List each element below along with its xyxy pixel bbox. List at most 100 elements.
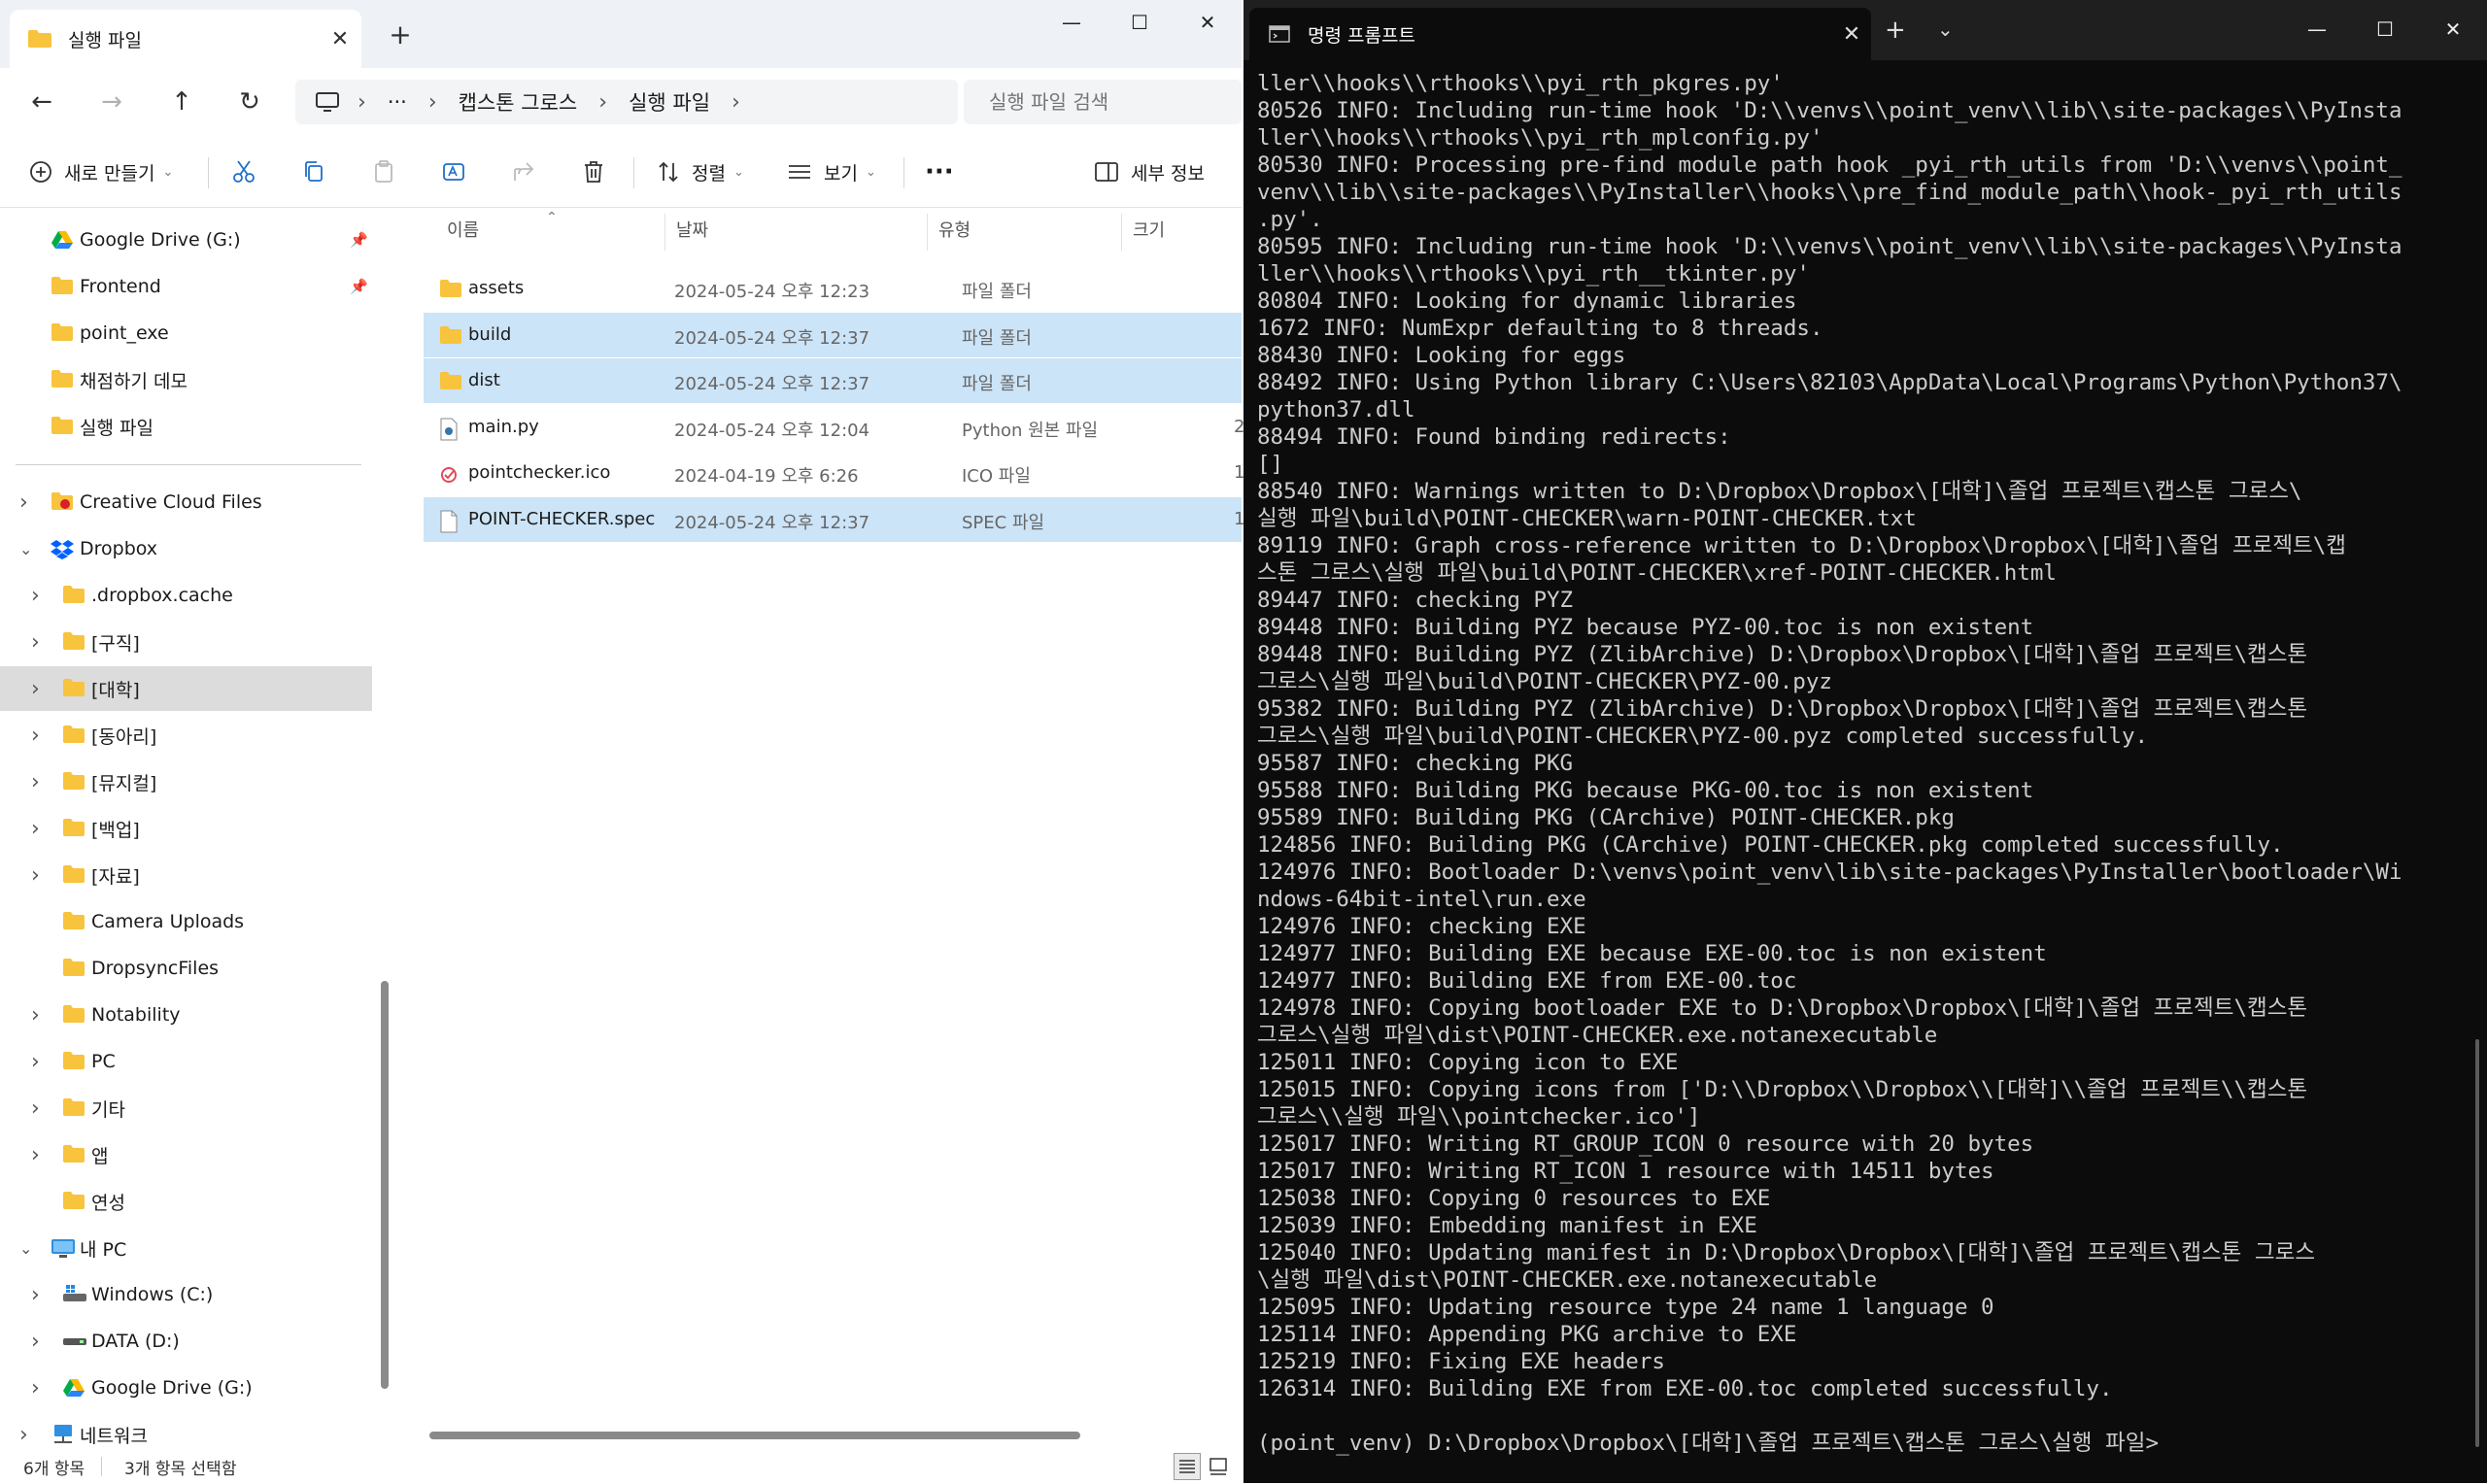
file-row[interactable]: dist 2024-05-24 오후 12:37 파일 폴더	[424, 358, 1242, 403]
file-row[interactable]: build 2024-05-24 오후 12:37 파일 폴더	[424, 312, 1242, 357]
breadcrumb-current[interactable]: 실행 파일	[629, 87, 710, 117]
breadcrumb-overflow[interactable]: ···	[388, 90, 407, 114]
sidebar-item-7[interactable]: ⌄ Dropbox	[0, 526, 373, 571]
sidebar-scrollbar[interactable]	[381, 981, 389, 1389]
file-row[interactable]: assets 2024-05-24 오후 12:23 파일 폴더	[424, 266, 1242, 311]
sidebar-item-24[interactable]: › DATA (D:)	[0, 1319, 373, 1364]
refresh-button[interactable]: ↻	[229, 82, 270, 122]
minimize-button[interactable]: —	[1038, 0, 1106, 45]
search-input[interactable]	[964, 80, 1242, 124]
minimize-button[interactable]: —	[2283, 8, 2351, 51]
new-tab-button[interactable]: +	[1885, 16, 1906, 45]
chevron-right-icon[interactable]: ›	[31, 1096, 40, 1121]
column-divider[interactable]	[664, 214, 665, 251]
maximize-button[interactable]: ☐	[2351, 8, 2419, 51]
chevron-right-icon[interactable]: ›	[31, 1003, 40, 1028]
sidebar-item-12[interactable]: › [뮤지컬]	[0, 759, 373, 804]
sidebar-item-13[interactable]: › [백업]	[0, 806, 373, 851]
sort-button[interactable]: 정렬 ⌄	[657, 152, 744, 192]
file-row[interactable]: pointchecker.ico 2024-04-19 오후 6:26 ICO 파일…	[424, 451, 1279, 495]
status-divider	[101, 1457, 102, 1476]
sidebar-item-25[interactable]: › Google Drive (G:)	[0, 1366, 373, 1410]
tiles-view-button[interactable]	[1205, 1453, 1232, 1480]
sidebar-item-10[interactable]: › [대학]	[0, 666, 372, 711]
column-divider[interactable]	[1121, 214, 1122, 251]
breadcrumb-capstone[interactable]: 캡스톤 그로스	[459, 87, 578, 117]
sidebar-item-14[interactable]: › [자료]	[0, 853, 373, 897]
sidebar-item-8[interactable]: › .dropbox.cache	[0, 573, 373, 618]
sidebar-item-1[interactable]: Google Drive (G:) 📌	[0, 218, 373, 262]
terminal-tab[interactable]: 명령 프롬프트 ✕	[1249, 8, 1871, 60]
chevron-down-icon: ⌄	[162, 164, 174, 180]
chevron-right-icon[interactable]: ›	[31, 584, 40, 608]
chevron-right-icon[interactable]: ›	[31, 724, 40, 748]
file-date: 2024-05-24 오후 12:23	[674, 282, 870, 302]
sidebar-item-23[interactable]: › Windows (C:)	[0, 1272, 373, 1317]
sidebar-item-2[interactable]: Frontend 📌	[0, 264, 373, 309]
details-view-button[interactable]	[1174, 1453, 1201, 1480]
column-divider[interactable]	[927, 214, 928, 251]
sidebar-item-17[interactable]: › Notability	[0, 993, 373, 1037]
tab-dropdown-icon[interactable]: ⌄	[1937, 17, 1954, 41]
terminal-scrollbar[interactable]	[2475, 1039, 2479, 1447]
chevron-right-icon[interactable]: ›	[31, 770, 40, 794]
sidebar-item-26[interactable]: › 네트워크	[0, 1412, 373, 1447]
sidebar-item-22[interactable]: ⌄ 내 PC	[0, 1226, 373, 1270]
chevron-right-icon[interactable]: ›	[31, 1283, 40, 1307]
chevron-right-icon[interactable]: ›	[31, 677, 40, 701]
close-window-button[interactable]: ✕	[1174, 0, 1242, 45]
sidebar-item-15[interactable]: Camera Uploads	[0, 899, 373, 944]
address-bar[interactable]: › ··· › 캡스톤 그로스 › 실행 파일 ›	[295, 80, 958, 124]
chevron-right-icon[interactable]: ›	[31, 1330, 40, 1354]
back-button[interactable]: ←	[21, 82, 62, 122]
terminal-output[interactable]: ller\\hooks\\rthooks\\pyi_rth_pkgres.py'…	[1257, 70, 2471, 1468]
chevron-right-icon[interactable]: ›	[31, 1050, 40, 1074]
chevron-right-icon[interactable]: ›	[31, 630, 40, 655]
sidebar-item-3[interactable]: point_exe	[0, 311, 373, 355]
sidebar-item-18[interactable]: › PC	[0, 1039, 373, 1084]
chevron-right-icon[interactable]: ›	[31, 863, 40, 888]
up-button[interactable]: ↑	[161, 82, 202, 122]
close-window-button[interactable]: ✕	[2419, 8, 2487, 51]
new-tab-button[interactable]: +	[381, 16, 420, 54]
sidebar-item-16[interactable]: DropsyncFiles	[0, 946, 373, 991]
sidebar-item-21[interactable]: 연성	[0, 1179, 373, 1224]
sidebar-item-20[interactable]: › 앱	[0, 1132, 373, 1177]
more-options-icon[interactable]: ···	[925, 152, 954, 192]
chevron-right-icon[interactable]: ›	[31, 1143, 40, 1167]
paste-button[interactable]	[371, 152, 408, 192]
column-header-name[interactable]: 이름	[447, 208, 479, 254]
close-tab-icon[interactable]: ✕	[319, 27, 361, 51]
sidebar-item-19[interactable]: › 기타	[0, 1086, 373, 1130]
chevron-right-icon[interactable]: ›	[19, 490, 28, 515]
details-pane-button[interactable]: 세부 정보	[1094, 152, 1205, 192]
chevron-right-icon[interactable]: ›	[19, 1423, 28, 1447]
maximize-button[interactable]: ☐	[1106, 0, 1174, 45]
column-header-date[interactable]: 날짜	[676, 208, 708, 254]
file-row[interactable]: POINT-CHECKER.spec 2024-05-24 오후 12:37 SPE…	[424, 496, 1269, 542]
explorer-tab[interactable]: 실행 파일 ✕	[10, 10, 361, 68]
chevron-right-icon[interactable]: ›	[31, 817, 40, 841]
sidebar-item-9[interactable]: › [구직]	[0, 620, 373, 664]
chevron-down-icon[interactable]: ⌄	[19, 1239, 32, 1258]
new-button[interactable]: 새로 만들기 ⌄	[29, 152, 173, 192]
file-row[interactable]: main.py2024-05-24 오후 12:04Python 원본 파일23…	[424, 405, 1279, 450]
sidebar-item-6[interactable]: › Creative Cloud Files	[0, 480, 373, 524]
cut-button[interactable]	[231, 152, 268, 192]
delete-button[interactable]	[581, 152, 618, 192]
close-tab-icon[interactable]: ✕	[1832, 22, 1871, 47]
forward-button[interactable]: →	[91, 82, 132, 122]
share-button[interactable]	[511, 152, 548, 192]
rename-button[interactable]	[441, 152, 478, 192]
view-button[interactable]: 보기 ⌄	[787, 152, 876, 192]
file-list-scrollbar[interactable]	[429, 1432, 1080, 1439]
copy-button[interactable]	[301, 152, 338, 192]
sidebar-item-5[interactable]: 실행 파일	[0, 404, 373, 449]
column-header-size[interactable]: 크기	[1133, 208, 1165, 254]
chevron-down-icon[interactable]: ⌄	[19, 540, 32, 558]
sidebar-item-4[interactable]: 채점하기 데모	[0, 357, 373, 402]
column-header-type[interactable]: 유형	[938, 208, 971, 254]
chevron-right-icon[interactable]: ›	[31, 1376, 40, 1400]
tiles-view-icon	[1209, 1458, 1227, 1475]
sidebar-item-11[interactable]: › [동아리]	[0, 713, 373, 758]
